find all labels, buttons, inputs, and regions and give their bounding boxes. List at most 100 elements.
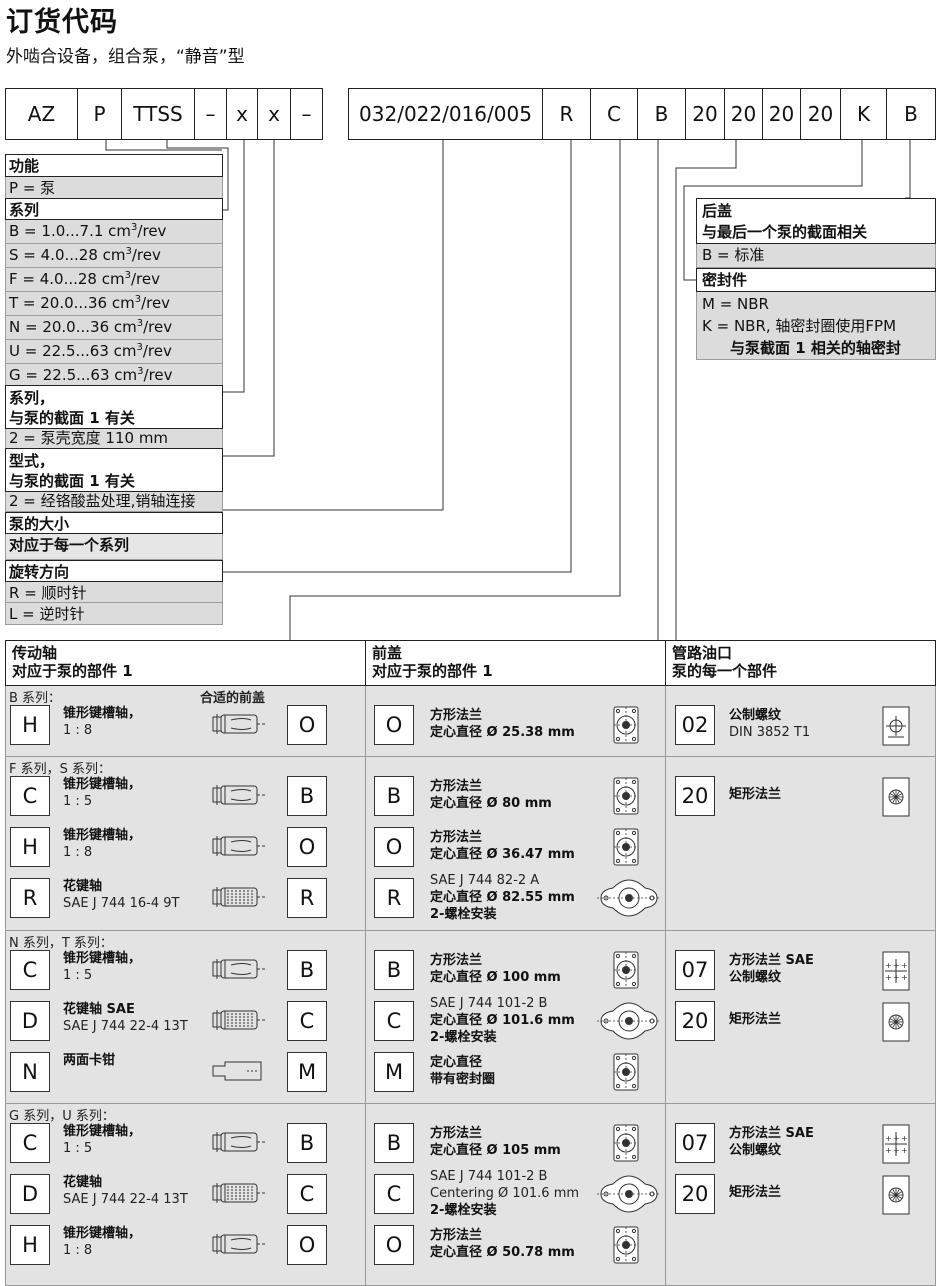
line-ports-subtitle: 泵的每一个部件 bbox=[672, 662, 778, 680]
line-ports-title: 管路油口 bbox=[672, 644, 733, 662]
series2-heading-line1: 系列， bbox=[9, 389, 55, 407]
port-code-box[interactable]: 07 bbox=[675, 950, 715, 990]
front-cover-code-box[interactable]: B bbox=[374, 1123, 414, 1163]
type-heading: 型式， 与泵的截面 1 有关 bbox=[5, 448, 223, 492]
front-cover-code-box[interactable]: R bbox=[374, 878, 414, 918]
series-range: N = 20.0...36 cm bbox=[9, 318, 137, 336]
matching-cover-box[interactable]: B bbox=[287, 950, 327, 990]
shaft-spec: SAE J 744 16-4 9T bbox=[63, 896, 180, 911]
size-heading: 泵的大小 bbox=[5, 512, 223, 534]
series-range: G = 22.5...63 cm bbox=[9, 366, 138, 384]
code-cell-15: K bbox=[840, 88, 887, 140]
front-cover-code-box[interactable]: M bbox=[374, 1052, 414, 1092]
shaft-spec: 1 : 5 bbox=[63, 794, 93, 809]
series-unit: /rev bbox=[130, 270, 160, 288]
rear-cover-heading-line2: 与最后一个泵的截面相关 bbox=[702, 223, 868, 241]
front-cover-line2: 定心直径 Ø 50.78 mm bbox=[430, 1245, 575, 1260]
front-cover-code-box[interactable]: C bbox=[374, 1174, 414, 1214]
front-cover-line2: Centering Ø 101.6 mm bbox=[430, 1186, 580, 1201]
series-unit: /rev bbox=[141, 294, 171, 312]
rotation-clockwise: R = 顺时针 bbox=[5, 582, 223, 603]
series-unit: /rev bbox=[131, 246, 161, 264]
seal-values: M = NBR K = NBR, 轴密封圈使用FPM 与泵截面 1 相关的轴密封 bbox=[696, 292, 936, 360]
port-line2: DIN 3852 T1 bbox=[729, 725, 811, 740]
shaft-code-box[interactable]: H bbox=[10, 1225, 50, 1265]
port-code-box[interactable]: 20 bbox=[675, 1001, 715, 1041]
shaft-code-box[interactable]: D bbox=[10, 1001, 50, 1041]
series-row: T = 20.0...36 cm3/rev bbox=[5, 292, 223, 316]
front-cover-line1: SAE J 744 101-2 B bbox=[430, 1169, 548, 1184]
section-label: G 系列，U 系列： bbox=[9, 1109, 115, 1124]
shaft-icon bbox=[207, 1231, 267, 1261]
svg-text:+: + bbox=[885, 973, 892, 982]
matching-cover-box[interactable]: C bbox=[287, 1174, 327, 1214]
front-cover-code-box[interactable]: O bbox=[374, 827, 414, 867]
code-cell-13: 20 bbox=[762, 88, 801, 140]
code-cell-0: AZ bbox=[5, 88, 78, 140]
port-code-box[interactable]: 20 bbox=[675, 776, 715, 816]
svg-text:+: + bbox=[885, 961, 892, 970]
rectangular-flange-icon bbox=[882, 1002, 910, 1046]
matching-cover-box[interactable]: O bbox=[287, 1225, 327, 1265]
port-code-box[interactable]: 20 bbox=[675, 1174, 715, 1214]
series-unit: /rev bbox=[143, 318, 173, 336]
rear-cover-heading-line1: 后盖 bbox=[702, 202, 733, 220]
matching-cover-box[interactable]: B bbox=[287, 1123, 327, 1163]
front-cover-code-box[interactable]: B bbox=[374, 776, 414, 816]
section-label: N 系列，T 系列： bbox=[9, 936, 113, 951]
matching-cover-box[interactable]: R bbox=[287, 878, 327, 918]
series-row: N = 20.0...36 cm3/rev bbox=[5, 316, 223, 340]
shaft-code-box[interactable]: N bbox=[10, 1052, 50, 1092]
shaft-code-box[interactable]: D bbox=[10, 1174, 50, 1214]
shaft-icon bbox=[207, 884, 267, 914]
shaft-code-box[interactable]: C bbox=[10, 776, 50, 816]
code-cell-1: P bbox=[77, 88, 122, 140]
shaft-icon bbox=[207, 956, 267, 986]
matching-cover-box[interactable]: B bbox=[287, 776, 327, 816]
matching-cover-box[interactable]: C bbox=[287, 1001, 327, 1041]
series-range: T = 20.0...36 cm bbox=[9, 294, 135, 312]
seal-k-line2: 与泵截面 1 相关的轴密封 bbox=[730, 339, 901, 357]
shaft-code-box[interactable]: R bbox=[10, 878, 50, 918]
svg-text:+: + bbox=[893, 961, 900, 970]
front-cover-code-box[interactable]: B bbox=[374, 950, 414, 990]
shaft-code-box[interactable]: H bbox=[10, 827, 50, 867]
rotation-counterclockwise: L = 逆时针 bbox=[5, 603, 223, 625]
shaft-spec: 1 : 8 bbox=[63, 1243, 93, 1258]
shaft-code-box[interactable]: C bbox=[10, 950, 50, 990]
svg-text:+: + bbox=[893, 973, 900, 982]
shaft-spec: SAE J 744 22-4 13T bbox=[63, 1192, 188, 1207]
shaft-spec: SAE J 744 22-4 13T bbox=[63, 1019, 188, 1034]
svg-text:+: + bbox=[901, 961, 908, 970]
code-cell-2: TTSS bbox=[121, 88, 195, 140]
port-code-box[interactable]: 02 bbox=[675, 705, 715, 745]
series-unit: /rev bbox=[143, 366, 173, 384]
front-cover-code-box[interactable]: O bbox=[374, 705, 414, 745]
port-code-box[interactable]: 07 bbox=[675, 1123, 715, 1163]
code-cell-12: 20 bbox=[724, 88, 763, 140]
series-range: F = 4.0...28 cm bbox=[9, 270, 125, 288]
matching-cover-box[interactable]: O bbox=[287, 827, 327, 867]
code-cell-8: R bbox=[542, 88, 591, 140]
front-cover-line2: 定心直径 Ø 105 mm bbox=[430, 1143, 561, 1158]
shaft-code-box[interactable]: H bbox=[10, 705, 50, 745]
svg-text:+: + bbox=[901, 973, 908, 982]
matching-cover-box[interactable]: M bbox=[287, 1052, 327, 1092]
header-front-cover: 前盖 对应于泵的部件 1 bbox=[366, 640, 666, 686]
matching-cover-box[interactable]: O bbox=[287, 705, 327, 745]
shaft-code-box[interactable]: C bbox=[10, 1123, 50, 1163]
shaft-name: 锥形键槽轴， bbox=[63, 828, 142, 843]
drive-shaft-subtitle: 对应于泵的部件 1 bbox=[12, 662, 133, 680]
port-line2: 公制螺纹 bbox=[729, 1143, 782, 1158]
front-cover-line1: 方形法兰 bbox=[430, 779, 483, 794]
code-cell-14: 20 bbox=[800, 88, 841, 140]
front-cover-code-box[interactable]: C bbox=[374, 1001, 414, 1041]
front-cover-code-box[interactable]: O bbox=[374, 1225, 414, 1265]
seal-m: M = NBR bbox=[702, 295, 769, 313]
front-cover-line2: 带有密封圈 bbox=[430, 1072, 496, 1087]
section-label: F 系列，S 系列： bbox=[9, 762, 111, 777]
svg-text:+: + bbox=[893, 1134, 900, 1143]
front-cover-line1: 方形法兰 bbox=[430, 953, 483, 968]
shaft-spec: 1 : 5 bbox=[63, 1141, 93, 1156]
shaft-name: 花键轴 SAE bbox=[63, 1002, 135, 1017]
